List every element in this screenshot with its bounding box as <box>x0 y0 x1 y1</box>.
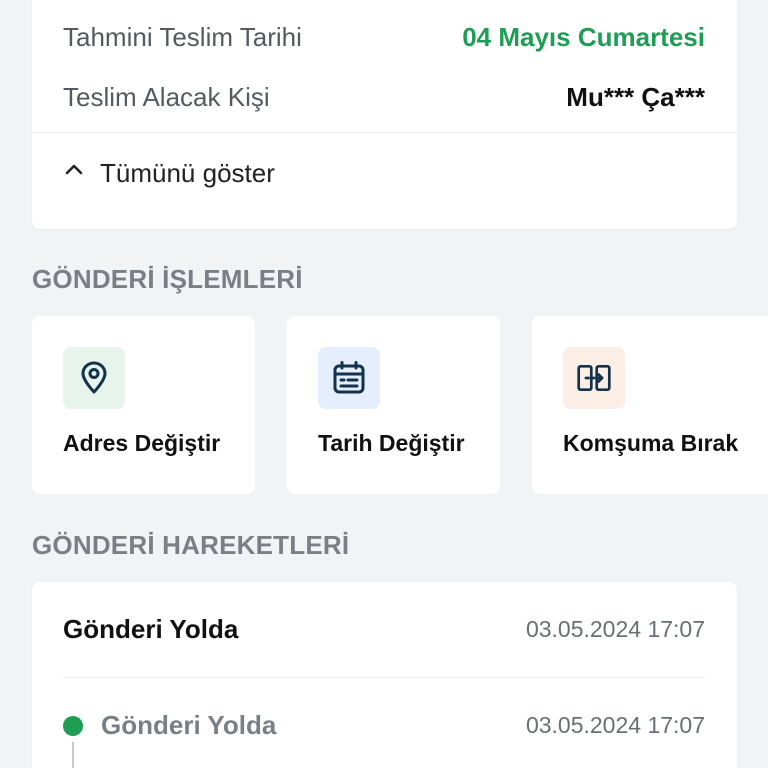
neighbor-transfer-icon <box>563 347 625 409</box>
location-pin-icon <box>63 347 125 409</box>
leave-with-neighbor-button[interactable]: Komşuma Bırak <box>532 316 768 494</box>
current-status-row: Gönderi Yolda 03.05.2024 17:07 <box>63 614 705 645</box>
timeline-connector <box>72 742 74 768</box>
receiver-label: Teslim Alacak Kişi <box>63 82 270 112</box>
timeline-item-datetime: 03.05.2024 17:07 <box>525 712 705 738</box>
delivery-summary-card: Tahmini Teslim Tarihi 04 Mayıs Cumartesi… <box>32 0 737 229</box>
timeline-item-status: Gönderi Yolda <box>101 710 277 740</box>
chevron-up-icon <box>62 158 86 189</box>
shipment-movements-card: Gönderi Yolda 03.05.2024 17:07 Gönderi Y… <box>32 582 737 768</box>
timeline-item: Gönderi Yolda 03.05.2024 17:07 <box>63 710 705 741</box>
current-status-datetime: 03.05.2024 17:07 <box>525 616 705 642</box>
calendar-icon <box>318 347 380 409</box>
receiver-value: Mu*** Ça*** <box>566 82 705 112</box>
change-date-label: Tarih Değiştir <box>318 430 465 456</box>
current-status-title: Gönderi Yolda <box>63 614 239 644</box>
estimated-delivery-label: Tahmini Teslim Tarihi <box>63 22 302 52</box>
change-date-button[interactable]: Tarih Değiştir <box>287 316 500 494</box>
timeline-dot-icon <box>63 715 83 736</box>
divider <box>63 677 705 678</box>
show-all-button[interactable]: Tümünü göster <box>62 158 275 189</box>
show-all-label: Tümünü göster <box>100 158 275 188</box>
receiver-row: Teslim Alacak Kişi Mu*** Ça*** <box>63 82 705 113</box>
change-address-label: Adres Değiştir <box>63 430 221 456</box>
change-address-button[interactable]: Adres Değiştir <box>32 316 255 494</box>
movements-section-title: GÖNDERİ HAREKETLERİ <box>32 530 350 560</box>
operations-section-title: GÖNDERİ İŞLEMLERİ <box>32 264 303 294</box>
estimated-delivery-value: 04 Mayıs Cumartesi <box>462 22 705 52</box>
estimated-delivery-row: Tahmini Teslim Tarihi 04 Mayıs Cumartesi <box>63 22 705 53</box>
divider <box>32 132 737 133</box>
leave-with-neighbor-label: Komşuma Bırak <box>563 430 739 456</box>
